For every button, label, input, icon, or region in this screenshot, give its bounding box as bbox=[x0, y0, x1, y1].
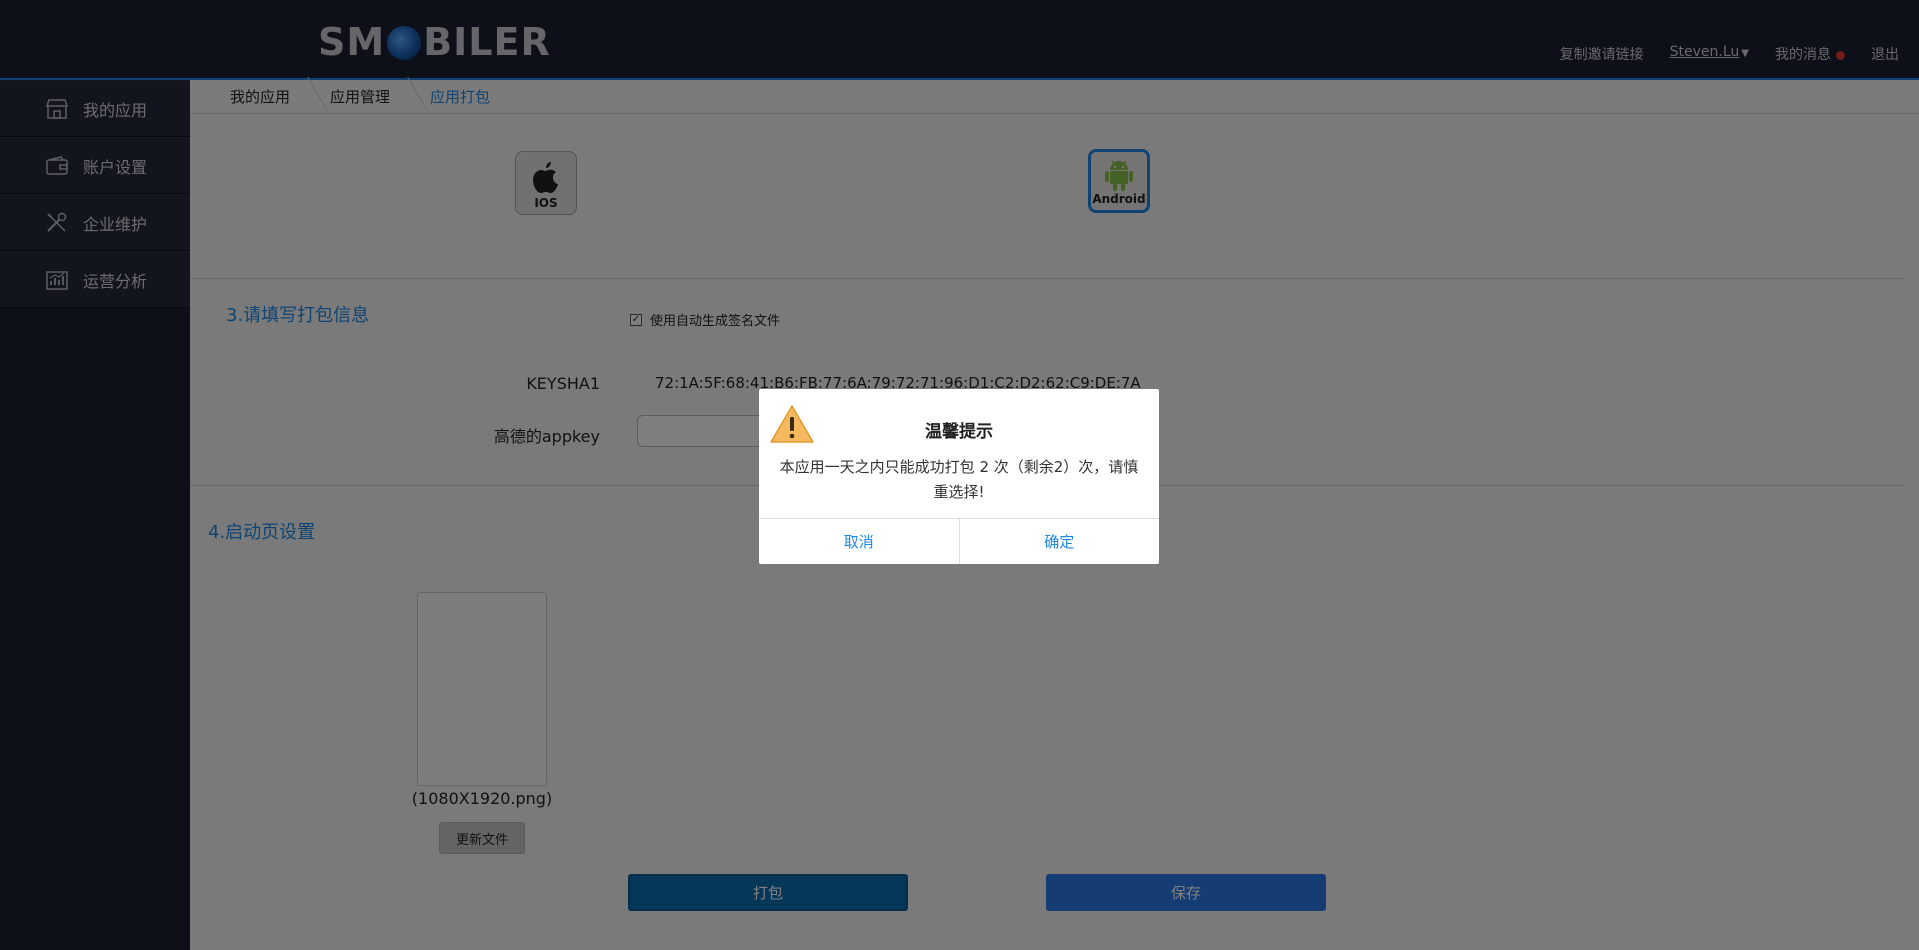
dialog-title: 温馨提示 bbox=[925, 422, 993, 442]
dialog-confirm-button[interactable]: 确定 bbox=[960, 519, 1160, 564]
dialog-cancel-button[interactable]: 取消 bbox=[759, 519, 960, 564]
dialog-message: 本应用一天之内只能成功打包 2 次（剩余2）次，请慎重选择! bbox=[779, 458, 1139, 501]
dialog-actions: 取消 确定 bbox=[759, 518, 1159, 564]
warning-dialog: 温馨提示 本应用一天之内只能成功打包 2 次（剩余2）次，请慎重选择! 取消 确… bbox=[759, 389, 1159, 564]
